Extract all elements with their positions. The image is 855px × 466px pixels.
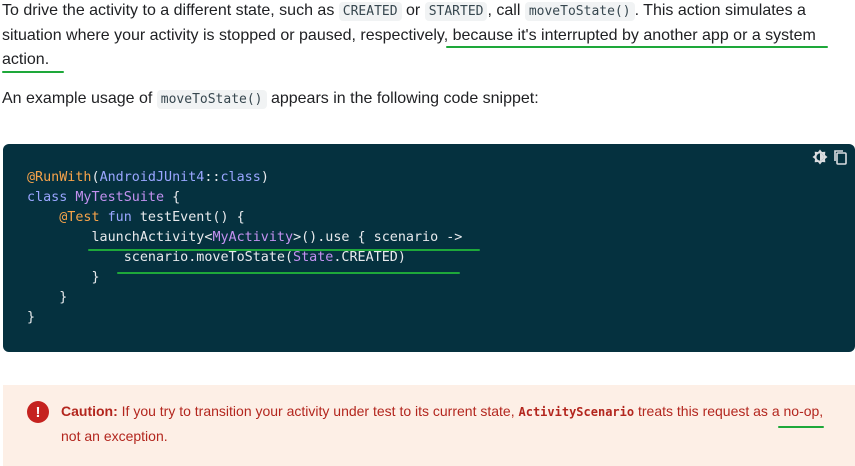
- code-toolbar: [811, 148, 849, 166]
- theme-toggle-button[interactable]: [811, 148, 829, 166]
- code-text[interactable]: @RunWith(AndroidJUnit4::class) class MyT…: [27, 168, 462, 328]
- copy-button[interactable]: [831, 148, 849, 166]
- intro-text-1: To drive the activity to a different sta…: [2, 2, 339, 19]
- code-token: launchActivity<: [27, 230, 213, 245]
- example-text-1: An example usage of: [2, 90, 157, 107]
- inline-code-movetostate: moveToState(): [524, 2, 635, 21]
- code-line: scenario.moveToState(State.CREATED): [27, 250, 406, 265]
- inline-code-activityscenario: ActivityScenario: [518, 405, 635, 419]
- code-token: MyActivity: [212, 230, 294, 245]
- code-token: (: [91, 170, 100, 185]
- code-token: class: [27, 190, 68, 205]
- example-paragraph: An example usage of moveToState() appear…: [2, 87, 848, 112]
- highlight-underline-1: [446, 46, 828, 48]
- code-token: scenario.moveToState(: [27, 250, 294, 265]
- intro-paragraph: To drive the activity to a different sta…: [2, 0, 848, 72]
- code-snippet: @RunWith(AndroidJUnit4::class) class MyT…: [3, 144, 855, 352]
- code-token: @RunWith: [27, 170, 92, 185]
- code-line: }: [27, 310, 35, 325]
- code-token: class: [220, 170, 261, 185]
- intro-text-3: , call: [487, 2, 525, 19]
- code-token: {: [164, 190, 181, 205]
- code-token: State: [293, 250, 334, 265]
- code-token: .CREATED): [333, 250, 406, 265]
- inline-code-movetostate-2: moveToState(): [156, 90, 267, 109]
- caution-callout: ! Caution: If you try to transition your…: [3, 385, 855, 466]
- code-token: MyTestSuite: [75, 190, 165, 205]
- code-line: launchActivity<MyActivity>().use { scena…: [27, 230, 462, 245]
- example-text-2: appears in the following code snippet:: [266, 90, 539, 107]
- highlight-underline-5: [778, 426, 824, 428]
- code-token: }: [27, 290, 68, 305]
- highlight-underline-4: [117, 272, 460, 274]
- caution-label: Caution:: [61, 403, 118, 419]
- inline-code-created: CREATED: [338, 2, 402, 21]
- code-token: @Test: [59, 210, 100, 225]
- code-token: ::: [204, 170, 221, 185]
- code-token: ): [260, 170, 269, 185]
- highlight-underline-3: [88, 249, 480, 251]
- caution-text-1: If you try to transition your activity u…: [117, 403, 519, 419]
- code-line: @RunWith(AndroidJUnit4::class): [27, 170, 269, 185]
- code-line: }: [27, 290, 67, 305]
- caution-text: Caution: If you try to transition your a…: [61, 399, 837, 448]
- code-line: class MyTestSuite {: [27, 190, 180, 205]
- caution-icon: !: [27, 401, 49, 423]
- code-token: fun: [107, 210, 132, 225]
- code-token: }: [27, 310, 36, 325]
- code-token: >().use { scenario ->: [293, 230, 463, 245]
- intro-text-2: or: [401, 2, 425, 19]
- code-token: AndroidJUnit4: [99, 170, 205, 185]
- code-token: testEvent() {: [131, 210, 245, 225]
- code-line: }: [27, 270, 100, 285]
- code-token: }: [27, 270, 100, 285]
- copy-icon: [834, 150, 847, 165]
- code-line: @Test fun testEvent() {: [27, 210, 245, 225]
- highlight-underline-2: [2, 71, 64, 73]
- theme-toggle-icon: [812, 149, 828, 165]
- inline-code-started: STARTED: [424, 2, 488, 21]
